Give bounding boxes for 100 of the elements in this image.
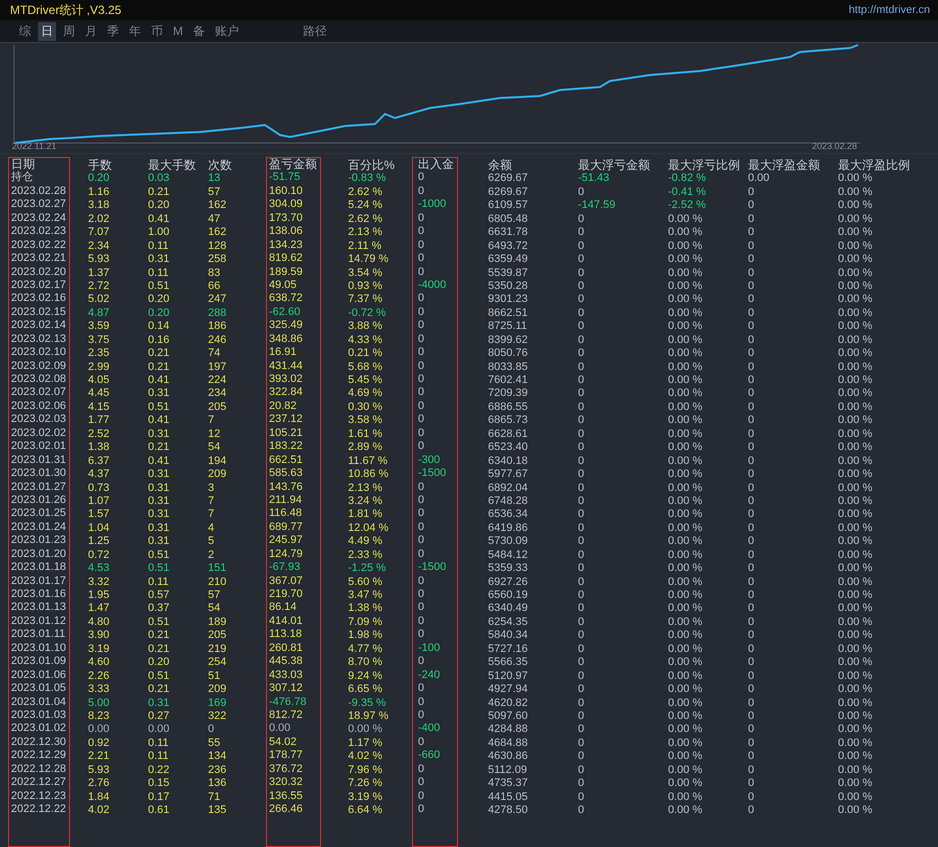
table-cell-text: 0: [578, 576, 586, 589]
tab[interactable]: 季: [104, 22, 122, 40]
table-cell: 2023.01.25: [11, 507, 66, 521]
table-cell-text: 0: [418, 520, 426, 534]
path-button[interactable]: 路径: [300, 22, 330, 40]
table-cell-text: 0.00 %: [668, 266, 704, 280]
table-cell-text: 0.20: [88, 172, 110, 186]
table-cell-text: 0.20: [148, 293, 170, 307]
table-cell-text: 0.00 %: [838, 199, 874, 213]
table-cell-text: 0: [578, 441, 586, 455]
table-cell-text: 2.02: [88, 212, 110, 226]
table-cell-text: 4735.37: [488, 777, 529, 791]
table-cell-text: 2.62 %: [348, 212, 384, 226]
table-cell-text: 4.05: [88, 374, 110, 388]
table-cell-text: 0.00 %: [838, 186, 874, 200]
table-cell-text: 8662.51: [488, 306, 529, 320]
table-cell-text: 209: [208, 683, 228, 696]
table-cell-text: 812.72: [269, 708, 304, 722]
table-cell-text: 0: [748, 522, 756, 536]
table-cell-text: 0.00 %: [838, 240, 874, 254]
table-cell-text: 0: [418, 708, 426, 722]
tab[interactable]: 周: [60, 22, 78, 40]
table-cell-text: 54.02: [269, 736, 298, 750]
table-cell-text: 0.21: [148, 186, 170, 200]
table-cell-text: 638.72: [269, 292, 304, 306]
table-cell-text: 0.00 %: [838, 441, 874, 455]
table-cell-text: 3.88 %: [348, 320, 384, 334]
table-cell-text: 2.99: [88, 360, 110, 374]
table-cell-text: 2.21: [88, 750, 110, 764]
table-cell-text: 0: [748, 199, 756, 213]
tab[interactable]: 综: [16, 22, 34, 40]
table-cell-text: 124.79: [269, 548, 304, 562]
tab[interactable]: 账户: [212, 22, 242, 40]
table-cell-text: 1.07: [88, 494, 110, 508]
table-cell-text: 0: [578, 508, 586, 522]
table-cell: 2023.01.31: [11, 454, 66, 468]
table-cell-text: 0: [748, 670, 756, 684]
table-cell: 2023.02.27: [11, 198, 66, 212]
table-cell-text: 0.00 %: [668, 736, 704, 750]
table-cell-text: 433.03: [269, 668, 304, 682]
table-cell-text: 3.90: [88, 629, 110, 643]
table-cell-text: 0: [418, 319, 426, 333]
table-cell-text: 0.00 %: [838, 226, 874, 240]
table-cell-text: 0.00 %: [838, 710, 874, 724]
table-cell-text: 0.20: [148, 656, 170, 670]
table-cell: 2023.01.26: [11, 494, 66, 508]
table-cell-text: -1500: [418, 467, 448, 480]
table-cell-text: 237.12: [269, 413, 304, 427]
table-cell-text: 0: [748, 548, 756, 562]
table-cell-text: 0: [578, 240, 586, 254]
table-cell-text: 0.00 %: [838, 320, 874, 334]
tab[interactable]: 日: [38, 22, 56, 40]
column-header: 最大手数: [148, 159, 197, 172]
table-cell-text: 210: [208, 576, 228, 589]
table-cell-text: 0: [418, 803, 426, 816]
table-cell-text: 0: [578, 683, 586, 696]
table-cell-text: 4.45: [88, 387, 110, 401]
tab[interactable]: M: [170, 23, 186, 39]
table-cell: 2023.01.18: [11, 561, 66, 575]
table-cell: 2023.01.11: [11, 628, 66, 642]
table-cell-text: 0.21: [148, 360, 170, 374]
table-cell-text: 0.31: [148, 522, 170, 536]
table-cell-text: 0.21: [148, 441, 170, 455]
table-cell-text: 1.16: [88, 186, 110, 200]
table-cell-text: 4927.94: [488, 683, 529, 696]
tab[interactable]: 月: [82, 22, 100, 40]
table-cell-text: 3.19 %: [348, 790, 384, 804]
table-cell-text: 0.31: [148, 535, 170, 549]
table-cell-text: 2: [208, 548, 216, 562]
table-cell-text: 136.55: [269, 790, 304, 803]
table-cell-text: -0.72 %: [348, 306, 387, 320]
column-header: 最大浮亏金额: [578, 159, 651, 172]
table-cell-text: 0.00 %: [838, 723, 874, 737]
tab[interactable]: 年: [126, 22, 144, 40]
table-cell-text: 4630.86: [488, 750, 529, 764]
table-cell-text: 128: [208, 240, 228, 254]
table-cell-text: 4284.88: [488, 723, 529, 737]
tab[interactable]: 备: [190, 22, 208, 40]
table-cell: 2023.01.03: [11, 708, 66, 722]
table-cell-text: 0.00 %: [838, 400, 874, 414]
table-cell-text: 0.00 %: [838, 562, 874, 576]
table-cell-text: 0: [578, 616, 586, 630]
table-cell-text: 254: [208, 656, 228, 670]
table-cell-text: 0.00 %: [668, 616, 704, 630]
table-cell-text: 0: [578, 696, 586, 710]
table-cell: 2023.02.09: [11, 360, 66, 373]
table-cell-text: 0.00 %: [838, 253, 874, 266]
table-cell-text: 189: [208, 616, 228, 630]
table-cell-text: 0.00 %: [668, 562, 704, 576]
table-cell-text: 6269.67: [488, 172, 529, 186]
table-cell: 2023.02.17: [11, 278, 66, 292]
table-cell-text: 86.14: [269, 601, 298, 615]
table-cell-text: 1.57: [88, 508, 110, 522]
table-cell-text: 1.38 %: [348, 602, 384, 616]
website-link[interactable]: http://mtdriver.cn: [848, 4, 930, 16]
table-cell-text: 0: [578, 226, 586, 240]
table-cell-text: 0: [418, 386, 426, 400]
table-cell-text: 0: [748, 494, 756, 508]
tab[interactable]: 币: [148, 22, 166, 40]
table-cell-text: 0: [578, 400, 586, 414]
